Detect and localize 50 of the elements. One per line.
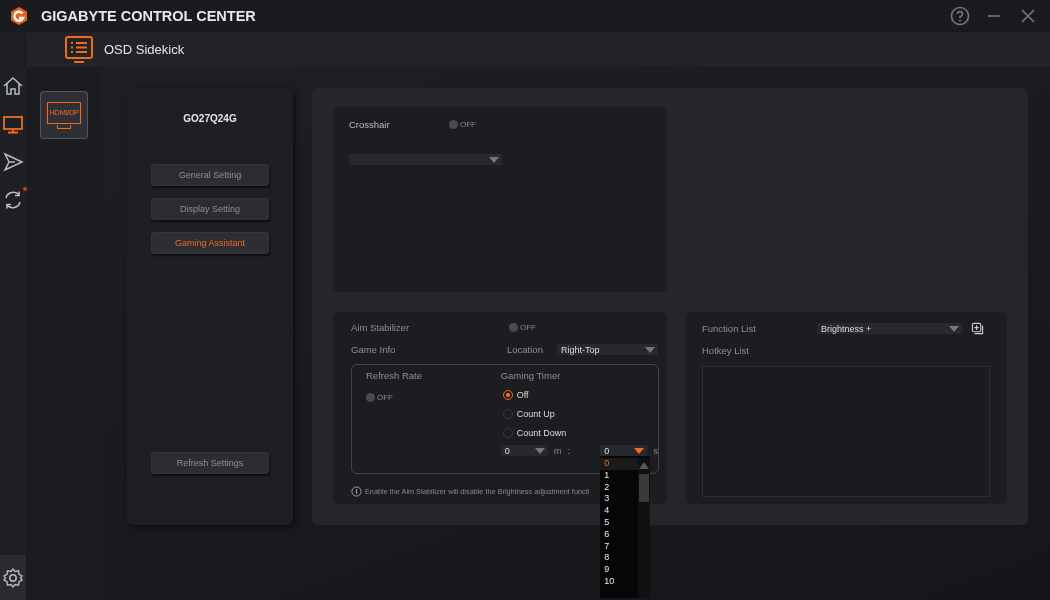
function-dropdown[interactable]: Brightness +	[817, 323, 962, 334]
seconds-option[interactable]: 8	[600, 552, 639, 565]
refresh-rate-toggle[interactable]: OFF	[366, 393, 393, 402]
refresh-button[interactable]: Refresh Settings	[151, 452, 269, 474]
aim-stabilizer-toggle[interactable]: OFF	[509, 323, 536, 332]
timer-radio[interactable]: Off	[500, 390, 529, 400]
crosshair-toggle[interactable]: OFF	[449, 120, 476, 129]
menu-button[interactable]: Gaming Assistant	[151, 232, 269, 254]
location-dropdown[interactable]: Right-Top	[556, 344, 658, 355]
location-label: Location	[507, 344, 543, 355]
seconds-option[interactable]: 1	[600, 469, 639, 482]
menu-button[interactable]: General Setting	[151, 164, 269, 186]
seconds-option[interactable]: 6	[600, 528, 639, 541]
timer-radio[interactable]: Count Down	[500, 428, 567, 438]
scrollbar[interactable]	[638, 458, 651, 598]
add-icon[interactable]	[971, 322, 984, 335]
function-list-label: Function List	[702, 323, 757, 334]
monitor-icon[interactable]	[2, 113, 24, 135]
seconds-option[interactable]: 5	[600, 517, 639, 529]
timer-radio[interactable]: Count Up	[500, 409, 555, 419]
osd-list-icon	[64, 34, 94, 65]
refresh-rate-label: Refresh Rate	[366, 370, 422, 381]
device-name: GO27Q24G	[183, 113, 237, 124]
logo-icon	[9, 6, 29, 26]
crosshair-label: Crosshair	[349, 119, 391, 130]
game-info-label: Game Info	[351, 344, 397, 355]
time-separator: :	[567, 445, 571, 456]
info-icon	[351, 486, 362, 497]
seconds-option[interactable]: 9	[600, 564, 639, 576]
minutes-dropdown[interactable]: 0	[500, 445, 548, 456]
page-title: OSD Sidekick	[104, 42, 185, 57]
seconds-option[interactable]: 3	[600, 493, 639, 506]
notification-dot	[23, 187, 27, 191]
minutes-unit: m	[553, 445, 562, 456]
home-icon[interactable]	[2, 75, 24, 97]
send-icon[interactable]	[2, 151, 24, 173]
seconds-unit: s	[653, 445, 658, 456]
hotkey-list-label: Hotkey List	[702, 345, 750, 356]
help-icon[interactable]	[950, 6, 970, 26]
settings-icon[interactable]	[2, 566, 24, 589]
sync-icon[interactable]	[2, 189, 24, 211]
menu-button[interactable]: Display Setting	[151, 198, 269, 220]
gaming-timer-label: Gaming Timer	[500, 370, 561, 381]
seconds-option[interactable]: 4	[600, 505, 639, 517]
seconds-option[interactable]: 2	[600, 481, 639, 494]
aim-stabilizer-label: Aim Stabilizer	[351, 322, 411, 333]
seconds-option[interactable]: 10	[600, 575, 639, 588]
seconds-option[interactable]: 0	[600, 458, 639, 470]
seconds-option[interactable]: 7	[600, 540, 639, 553]
app-title: GIGABYTE CONTROL CENTER	[41, 8, 256, 24]
